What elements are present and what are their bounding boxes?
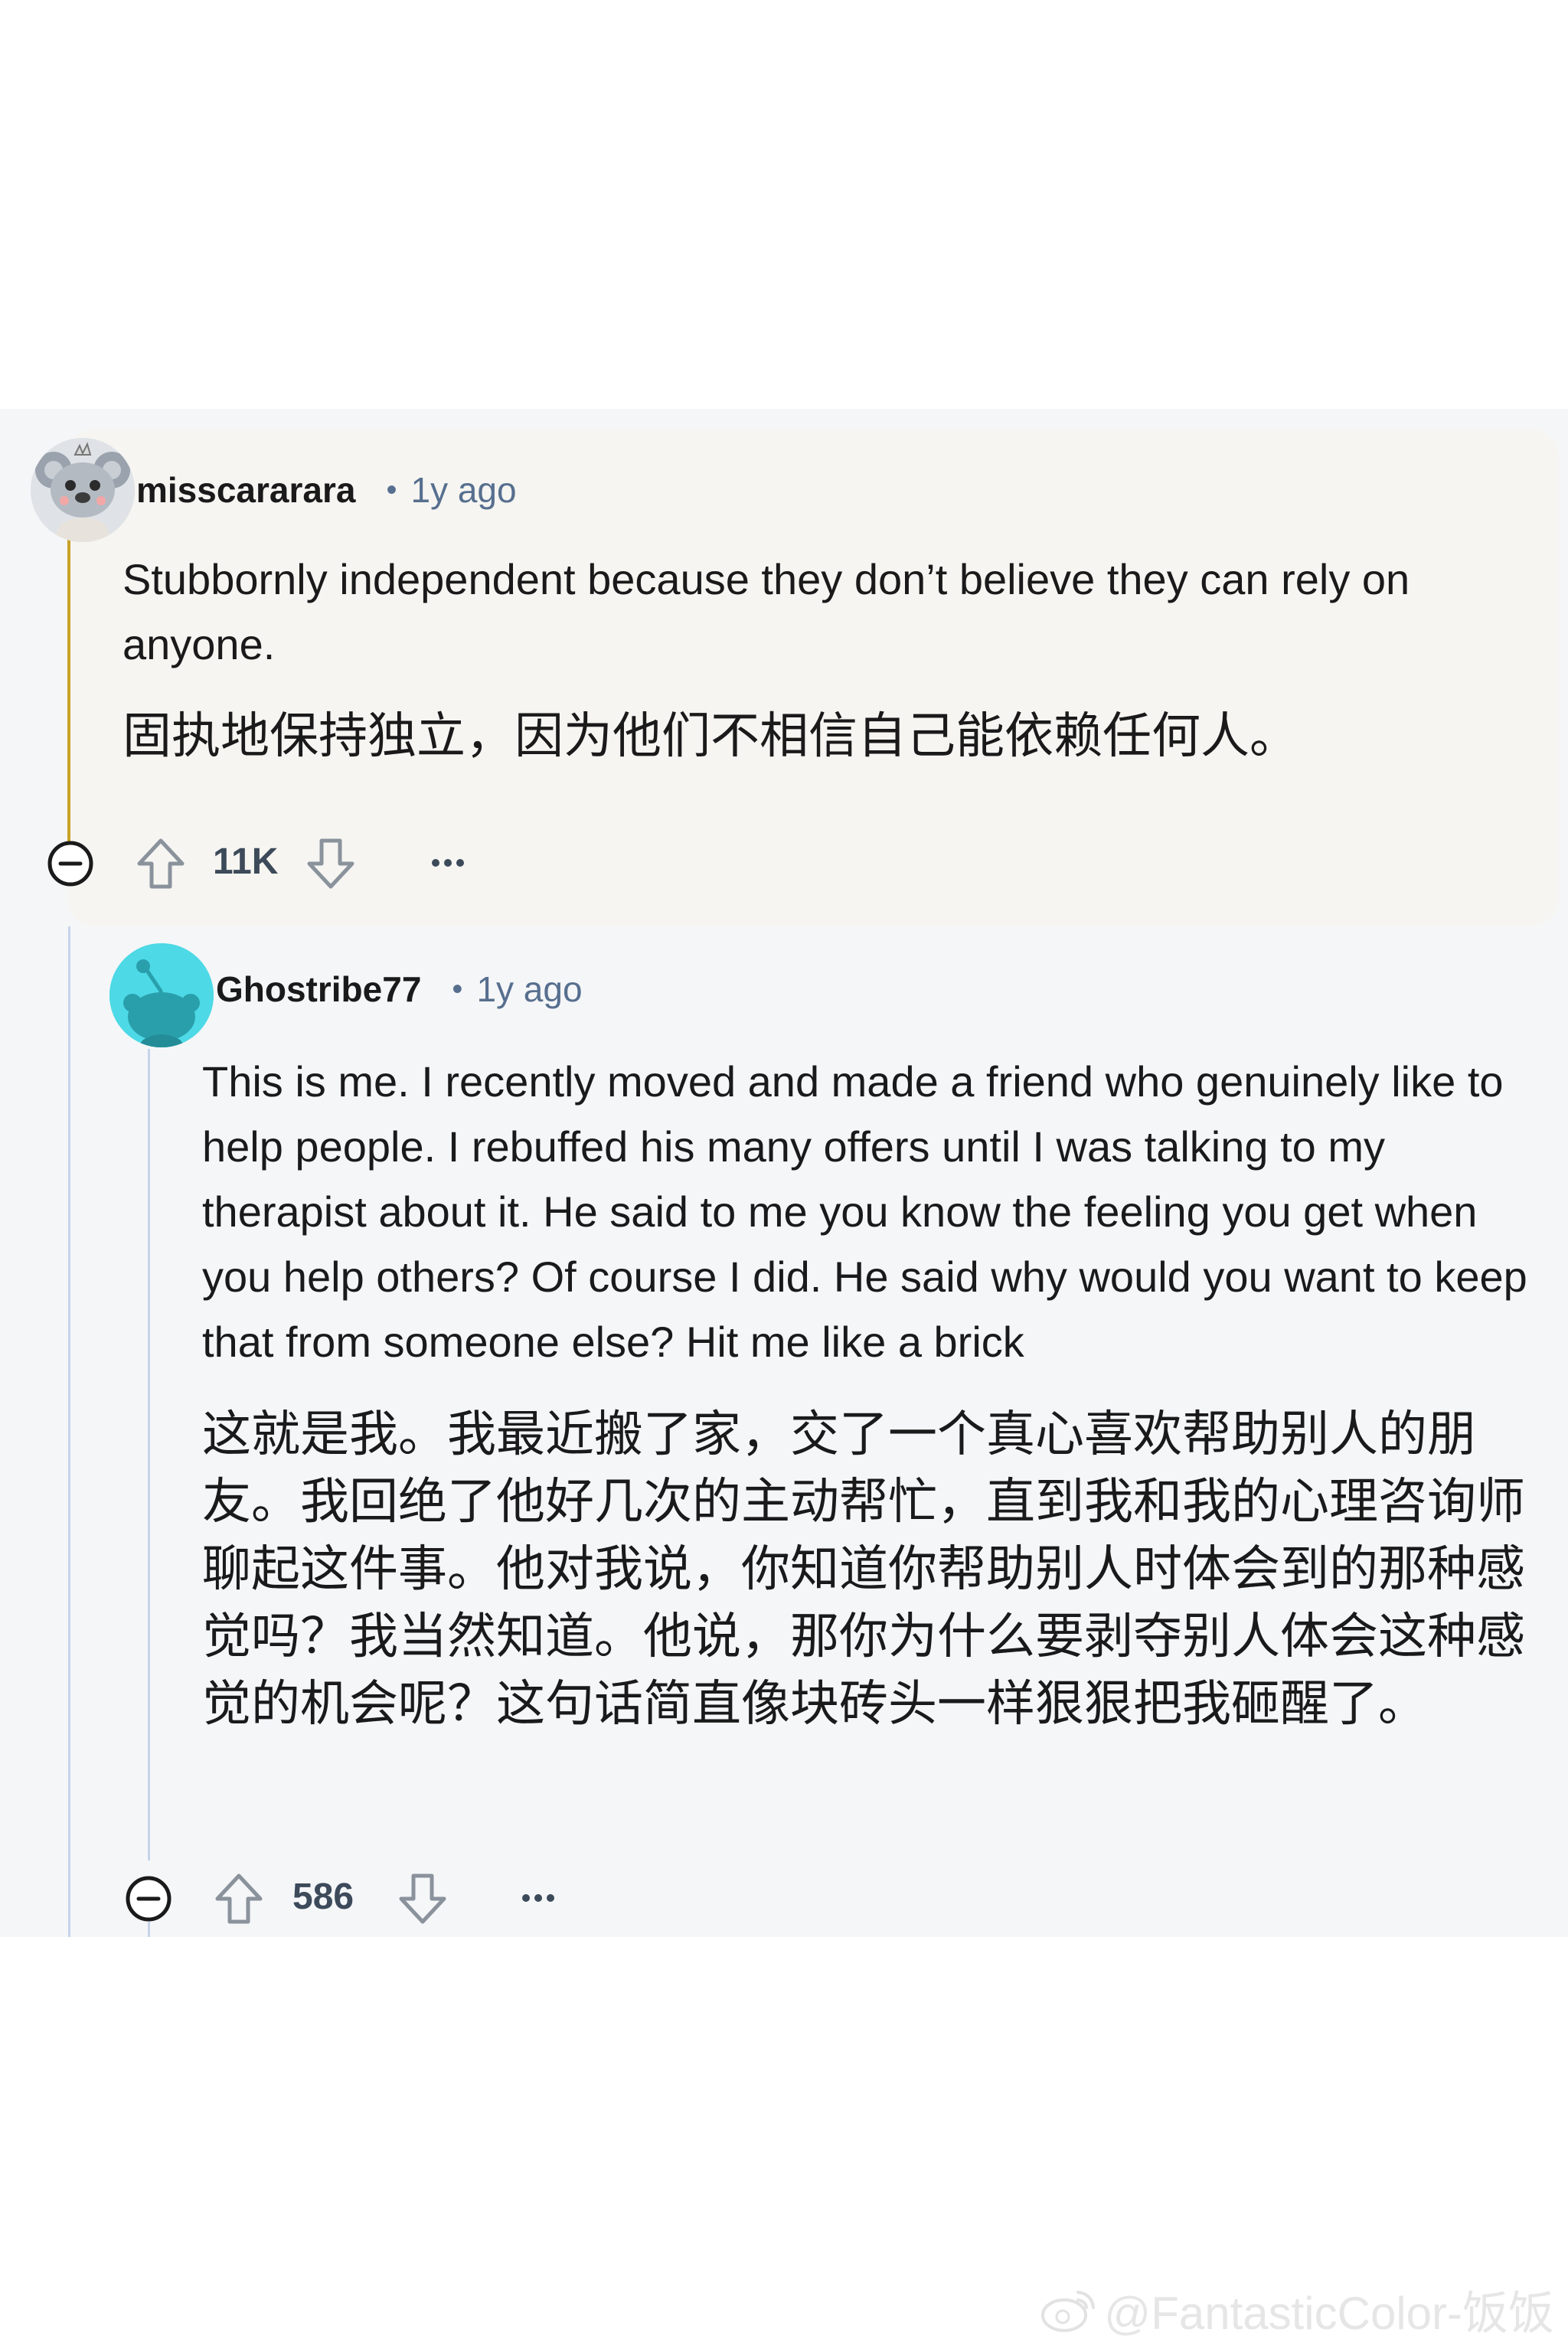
meta-separator: • (386, 472, 397, 507)
collapse-icon[interactable] (46, 839, 95, 888)
thread-line-parent[interactable] (67, 521, 70, 858)
downvote-icon[interactable] (305, 836, 357, 891)
downvote-icon[interactable] (397, 1871, 449, 1926)
upvote-icon[interactable] (135, 836, 187, 891)
username[interactable]: Ghostribe77 (216, 969, 421, 1010)
vote-count: 586 (292, 1877, 354, 1917)
comment-body-translation: 固执地保持独立，因为他们不相信自己能依赖任何人。 (122, 708, 1298, 765)
timestamp[interactable]: 1y ago (410, 469, 516, 511)
upvote-icon[interactable] (213, 1871, 265, 1926)
avatar[interactable] (31, 438, 135, 542)
comment-body-translation: 这就是我。我最近搬了家，交了一个真心喜欢帮助别人的朋友。我回绝了他好几次的主动帮… (202, 1406, 1525, 1733)
thread-line-reply[interactable] (148, 1049, 150, 1860)
comment-meta: misscararara • 1y ago (136, 467, 517, 513)
weibo-icon (1041, 2290, 1096, 2332)
watermark-text: @FantasticColor-饭饭 (1104, 2288, 1554, 2339)
watermark: @FantasticColor-饭饭 (1040, 2276, 1554, 2343)
koala-avatar-icon (31, 438, 135, 542)
collapse-icon[interactable] (124, 1874, 173, 1923)
thread-line-reply-stub (148, 1922, 150, 1937)
comment-meta: Ghostribe77 • 1y ago (216, 966, 583, 1012)
username[interactable]: misscararara (136, 469, 355, 511)
meta-separator: • (452, 972, 463, 1006)
snoo-avatar-icon (109, 943, 214, 1047)
comment-body: This is me. I recently moved and made a … (202, 1057, 1527, 1366)
more-options-icon[interactable] (429, 851, 467, 874)
avatar[interactable] (109, 943, 214, 1047)
vote-count: 11K (213, 841, 279, 882)
timestamp[interactable]: 1y ago (476, 969, 582, 1010)
thread-line-parent-continued[interactable] (68, 926, 70, 1937)
comment-body: Stubbornly independent because they don’… (122, 555, 1410, 668)
more-options-icon[interactable] (519, 1886, 557, 1909)
